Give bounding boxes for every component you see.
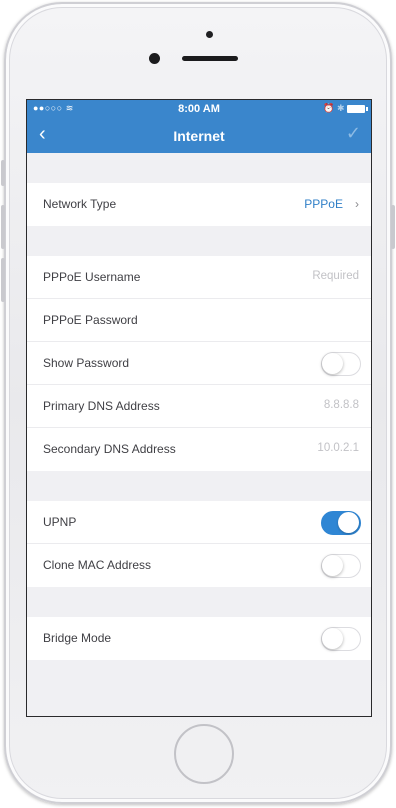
mute-switch [1, 160, 5, 186]
advanced-group: UPNP Clone MAC Address [27, 501, 371, 587]
toggle-knob [338, 512, 359, 533]
upnp-row: UPNP [27, 501, 371, 544]
top-bar: ●●○○○ ≋ 8:00 AM ⏰ ✱ ‹ Internet ✓ [27, 100, 371, 153]
bridge-mode-label: Bridge Mode [43, 631, 112, 645]
section-spacer [27, 153, 371, 183]
pppoe-password-row[interactable]: PPPoE Password [27, 299, 371, 342]
battery-icon [347, 104, 368, 113]
primary-dns-field[interactable]: 8.8.8.8 [324, 399, 359, 411]
app-screen: ●●○○○ ≋ 8:00 AM ⏰ ✱ ‹ Internet ✓ Network… [26, 99, 372, 717]
alarm-icon: ⏰ [323, 103, 335, 113]
bridge-mode-row: Bridge Mode [27, 617, 371, 660]
upnp-label: UPNP [43, 515, 77, 529]
pppoe-username-label: PPPoE Username [43, 270, 141, 284]
show-password-label: Show Password [43, 356, 130, 370]
earpiece-speaker [182, 56, 238, 61]
bridge-mode-toggle[interactable] [321, 627, 361, 651]
power-button [391, 205, 395, 249]
done-checkmark-button[interactable]: ✓ [346, 123, 361, 144]
bridge-group: Bridge Mode [27, 617, 371, 660]
chevron-right-icon: › [355, 197, 359, 211]
pppoe-username-field[interactable]: Required [312, 270, 359, 282]
volume-down-button [1, 258, 5, 302]
section-spacer [27, 471, 371, 501]
network-type-group: Network Type PPPoE › [27, 183, 371, 226]
show-password-row: Show Password [27, 342, 371, 385]
status-right: ⏰ ✱ [323, 103, 368, 114]
primary-dns-row[interactable]: Primary DNS Address 8.8.8.8 [27, 385, 371, 428]
upnp-toggle[interactable] [321, 511, 361, 535]
toggle-knob [322, 628, 343, 649]
network-type-label: Network Type [43, 197, 117, 211]
clone-mac-row: Clone MAC Address [27, 544, 371, 587]
pppoe-password-label: PPPoE Password [43, 313, 138, 327]
show-password-toggle[interactable] [321, 352, 361, 376]
home-button[interactable] [174, 724, 234, 784]
secondary-dns-row[interactable]: Secondary DNS Address 10.0.2.1 [27, 428, 371, 471]
network-type-selected: PPPoE [304, 197, 343, 211]
network-type-value: PPPoE › [304, 197, 359, 211]
secondary-dns-field[interactable]: 10.0.2.1 [317, 442, 359, 454]
volume-up-button [1, 205, 5, 249]
clone-mac-label: Clone MAC Address [43, 558, 152, 572]
section-spacer [27, 587, 371, 617]
navigation-bar: ‹ Internet ✓ [27, 118, 371, 153]
toggle-knob [322, 353, 343, 374]
pppoe-username-row[interactable]: PPPoE Username Required [27, 256, 371, 299]
network-type-row[interactable]: Network Type PPPoE › [27, 183, 371, 226]
secondary-dns-label: Secondary DNS Address [43, 442, 176, 456]
toggle-knob [322, 555, 343, 576]
section-spacer [27, 226, 371, 256]
status-bar: ●●○○○ ≋ 8:00 AM ⏰ ✱ [27, 100, 371, 118]
front-camera [149, 53, 160, 64]
pppoe-group: PPPoE Username Required PPPoE Password S… [27, 256, 371, 471]
front-sensor [206, 31, 213, 38]
status-time: 8:00 AM [178, 103, 220, 115]
primary-dns-label: Primary DNS Address [43, 399, 160, 413]
page-title: Internet [173, 128, 225, 144]
bluetooth-icon: ✱ [336, 103, 345, 113]
clone-mac-toggle[interactable] [321, 554, 361, 578]
